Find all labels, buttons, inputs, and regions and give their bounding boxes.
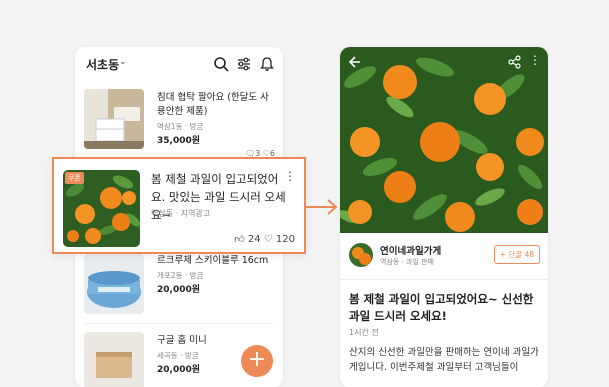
shop-profile[interactable]: 연이네과일가게 역삼동 · 과일 판매 + 단골 48 [340,233,548,273]
divider [84,323,274,324]
post-body: 산지의 신선한 과일만을 판매하는 연이네 과일가게입니다. 이번주제철 과일부… [349,347,539,373]
item-thumbnail [84,332,144,387]
more-options-icon[interactable]: ⋮ [529,53,541,67]
more-options-icon[interactable]: ⋮ [284,169,296,183]
item-title: 르크루제 스키이블루 16cm [157,255,269,266]
regular-customer-button[interactable]: + 단골 48 [493,245,540,264]
location-selector[interactable]: 서초동 [86,56,119,73]
heart-icon: ♡ [263,234,273,245]
item-price: 35,000원 [157,136,201,146]
shop-meta: 역삼동 · 과일 판매 [380,258,434,266]
filter-icon[interactable] [235,55,253,73]
coupon-badge: 쿠폰 [65,172,84,184]
list-item[interactable]: 르크루제 스키이블루 16cm 개포2동 · 방금 20,000원 [75,250,283,326]
share-icon[interactable] [508,55,522,69]
ad-stats: 👍︎ 24 ♡ 120 [234,233,295,245]
chevron-down-icon[interactable]: ⌄ [119,57,127,67]
ad-meta: 역삼동 · 지역광고 [151,209,211,218]
bell-icon[interactable] [258,55,276,73]
shop-avatar [349,243,373,267]
list-item[interactable]: 침대 협탁 팔아요 (한달도 사용안한 제품) 역삼1동 · 방금 35,000… [75,85,283,165]
divider [340,279,548,280]
shop-name: 연이네과일가게 [380,246,442,257]
item-meta: 역삼1동 · 방금 [157,122,204,131]
item-thumbnail [84,89,144,149]
ad-detail-screen: ⋮ 연이네과일가게 역삼동 · 과일 판매 + 단골 48 봄 제철 과일이 입… [340,47,548,387]
feed-header: 서초동 ⌄ [75,47,283,81]
item-price: 20,000원 [157,285,201,295]
item-meta: 개포2동 · 방금 [157,271,204,280]
item-title: 침대 협탁 팔아요 (한달도 사용안한 제품) [157,92,269,117]
heart-count: 120 [275,234,295,245]
thumbs-up-icon: 👍︎ [234,234,245,245]
item-meta: 세곡동 · 방금 [157,351,199,360]
write-button[interactable]: + [241,345,273,377]
post-title: 봄 제철 과일이 입고되었어요~ 신선한 과일 드시러 오세요! [349,292,534,323]
arrow-right-icon [306,199,338,215]
local-ad-card[interactable]: 쿠폰 봄 제철 과일이 입고되었어요. 맛있는 과일 드시러 오세요~ 역삼동 … [52,157,306,254]
item-thumbnail [84,254,144,314]
item-price: 20,000원 [157,365,201,375]
search-icon[interactable] [212,55,230,73]
post-time: 1시간 전 [349,328,379,337]
back-arrow-icon[interactable] [348,55,362,69]
like-count: 24 [247,234,261,245]
detail-topbar: ⋮ [340,47,548,77]
